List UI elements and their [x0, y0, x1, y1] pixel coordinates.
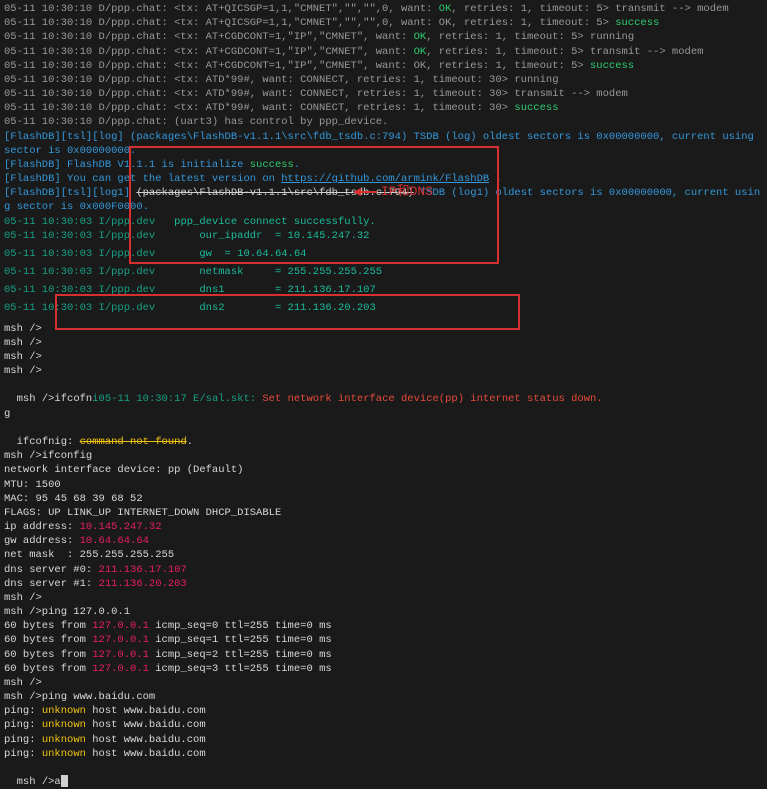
log-line: 05-11 10:30:10 D/ppp.chat: <tx: ATD*99#,… [4, 87, 763, 101]
annotation-arrow: IP和DNS [353, 183, 433, 201]
ping-reply: 60 bytes from 127.0.0.1 icmp_seq=1 ttl=2… [4, 633, 763, 647]
ping-baidu-output: ping: unknown host www.baidu.comping: un… [4, 704, 763, 761]
log-line: dns server #1: 211.136.20.203 [4, 577, 763, 591]
log-line: ip address: 10.145.247.32 [4, 520, 763, 534]
msh-prompt[interactable]: msh /> [4, 591, 763, 605]
ping-reply: 60 bytes from 127.0.0.1 icmp_seq=3 ttl=2… [4, 662, 763, 676]
command-not-found: ifcofnig: command not found. [4, 421, 763, 449]
ping-cmd-baidu[interactable]: msh />ping www.baidu.com [4, 690, 763, 704]
ping-reply: 60 bytes from 127.0.0.1 icmp_seq=2 ttl=2… [4, 648, 763, 662]
ping-unknown: ping: unknown host www.baidu.com [4, 718, 763, 732]
log-line: g sector is 0x000F0000. [4, 200, 763, 214]
ppp-line: 05-11 10:30:03 I/ppp.dev dns2 = 211.136.… [4, 301, 763, 315]
ppp-line: 05-11 10:30:03 I/ppp.dev netmask = 255.2… [4, 265, 763, 279]
log-line: dns server #0: 211.136.17.107 [4, 563, 763, 577]
current-prompt[interactable]: msh />a [4, 761, 763, 789]
error-line: msh />ifcofni05-11 10:30:17 E/sal.skt: S… [4, 378, 763, 406]
arrow-icon [353, 186, 377, 198]
log-line: 05-11 10:30:10 D/ppp.chat: (uart3) has c… [4, 115, 763, 129]
log-line: MTU: 1500 [4, 478, 763, 492]
msh-prompt[interactable]: msh /> [4, 336, 763, 350]
log-line: 05-11 10:30:10 D/ppp.chat: <tx: AT+QICSG… [4, 16, 763, 30]
log-line: net mask : 255.255.255.255 [4, 548, 763, 562]
msh-prompt[interactable]: msh /> [4, 676, 763, 690]
msh-prompt-block: msh />msh />msh />msh /> [4, 322, 763, 379]
ifconfig-output: msh />ifconfignetwork interface device: … [4, 449, 763, 591]
error-trailing: g [4, 407, 763, 421]
ppp-line: 05-11 10:30:03 I/ppp.dev ppp_device conn… [4, 215, 763, 229]
msh-prompt[interactable]: msh /> [4, 364, 763, 378]
log-line: 05-11 10:30:10 D/ppp.chat: <tx: AT+CGDCO… [4, 45, 763, 59]
log-line: [FlashDB] FlashDB V1.1.1 is initialize s… [4, 158, 763, 172]
log-line: 05-11 10:30:10 D/ppp.chat: <tx: ATD*99#,… [4, 101, 763, 115]
log-line: msh />ifconfig [4, 449, 763, 463]
log-line: gw address: 10.64.64.64 [4, 534, 763, 548]
ping-local-output: 60 bytes from 127.0.0.1 icmp_seq=0 ttl=2… [4, 619, 763, 676]
cursor-icon [61, 775, 68, 787]
ppp-line: 05-11 10:30:03 I/ppp.dev our_ipaddr = 10… [4, 229, 763, 243]
annotation-label: IP和DNS [381, 183, 433, 201]
ping-cmd-local[interactable]: msh />ping 127.0.0.1 [4, 605, 763, 619]
log-line: [FlashDB][tsl][log] (packages\FlashDB-v1… [4, 130, 763, 144]
msh-prompt[interactable]: msh /> [4, 350, 763, 364]
log-line: 05-11 10:30:10 D/ppp.chat: <tx: ATD*99#,… [4, 73, 763, 87]
ping-unknown: ping: unknown host www.baidu.com [4, 747, 763, 761]
log-line: 05-11 10:30:10 D/ppp.chat: <tx: AT+CGDCO… [4, 59, 763, 73]
msh-prompt[interactable]: msh /> [4, 322, 763, 336]
ping-reply: 60 bytes from 127.0.0.1 icmp_seq=0 ttl=2… [4, 619, 763, 633]
ppp-connect-block: 05-11 10:30:03 I/ppp.dev ppp_device conn… [4, 215, 763, 316]
log-line: MAC: 95 45 68 39 68 52 [4, 492, 763, 506]
log-line: FLAGS: UP LINK_UP INTERNET_DOWN DHCP_DIS… [4, 506, 763, 520]
ping-unknown: ping: unknown host www.baidu.com [4, 733, 763, 747]
ppp-line: 05-11 10:30:03 I/ppp.dev gw = 10.64.64.6… [4, 247, 763, 261]
log-line: network interface device: pp (Default) [4, 463, 763, 477]
ppp-line: 05-11 10:30:03 I/ppp.dev dns1 = 211.136.… [4, 283, 763, 297]
log-line: 05-11 10:30:10 D/ppp.chat: <tx: AT+CGDCO… [4, 30, 763, 44]
log-line: sector is 0x00000000. [4, 144, 763, 158]
ping-unknown: ping: unknown host www.baidu.com [4, 704, 763, 718]
log-line: 05-11 10:30:10 D/ppp.chat: <tx: AT+QICSG… [4, 2, 763, 16]
